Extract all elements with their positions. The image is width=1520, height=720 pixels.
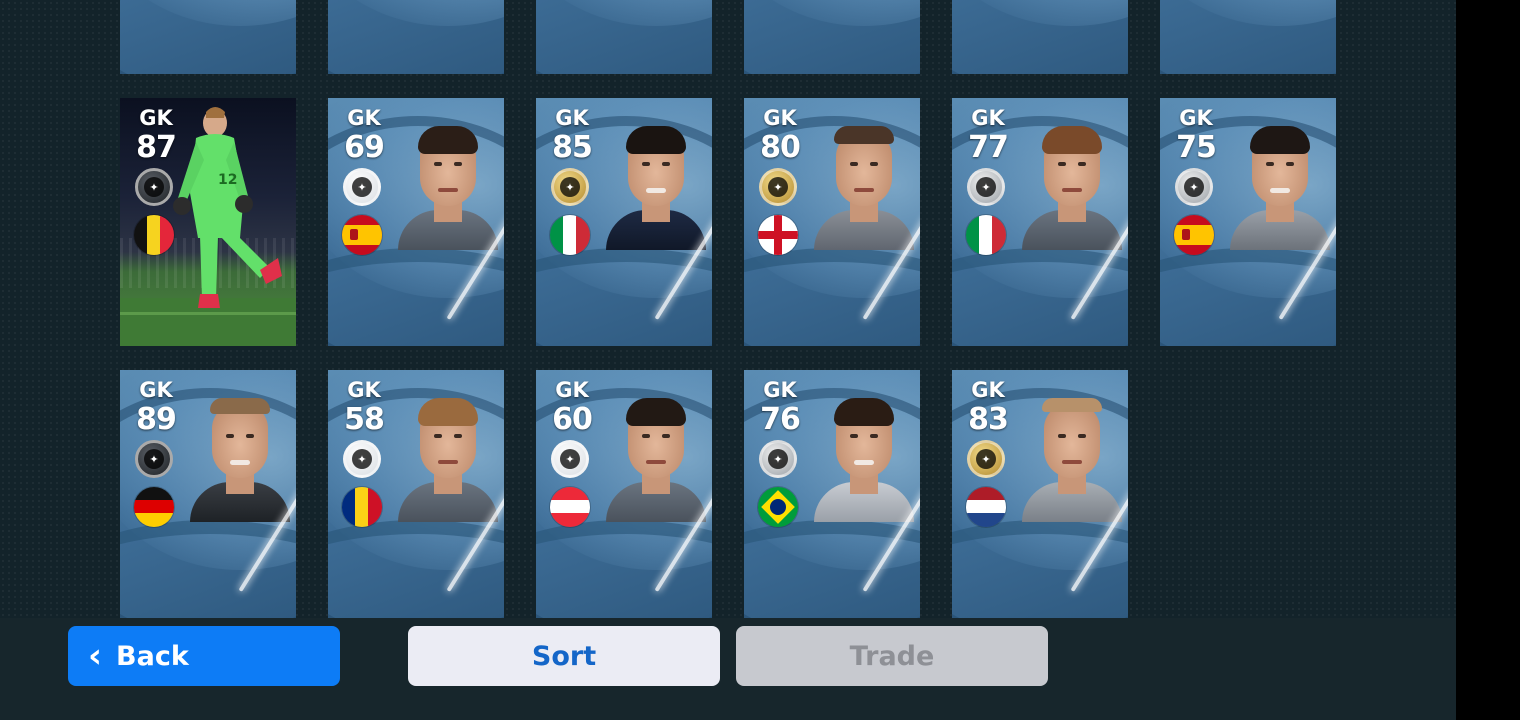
player-card[interactable]: GK 76 ✦ xyxy=(744,370,920,618)
overall-rating: 85 xyxy=(552,130,593,165)
overall-rating: 76 xyxy=(760,402,801,437)
position-label: GK xyxy=(347,106,381,130)
player-face-portrait xyxy=(1022,390,1122,522)
player-card[interactable]: 12 GK 87 ✦ xyxy=(120,98,296,346)
spain-flag-icon xyxy=(342,215,382,255)
trade-button-label: Trade xyxy=(849,640,935,672)
italy-flag-icon xyxy=(966,215,1006,255)
overall-rating: 87 xyxy=(136,130,177,165)
brazil-flag-icon xyxy=(758,487,798,527)
player-level-medal-icon: ✦ xyxy=(343,168,381,206)
back-button[interactable]: ‹ Back xyxy=(68,626,340,686)
overall-rating: 60 xyxy=(552,402,593,437)
player-level-medal-icon: ✦ xyxy=(967,168,1005,206)
trade-button[interactable]: Trade xyxy=(736,626,1048,686)
position-label: GK xyxy=(763,378,797,402)
position-label: GK xyxy=(555,106,589,130)
player-level-medal-icon: ✦ xyxy=(551,168,589,206)
player-card[interactable]: GK 58 ✦ xyxy=(328,370,504,618)
austria-flag-icon xyxy=(550,487,590,527)
screen-edge xyxy=(1456,0,1520,720)
player-level-medal-icon: ✦ xyxy=(759,168,797,206)
player-face-portrait xyxy=(1230,118,1330,250)
player-card-partial[interactable] xyxy=(328,0,504,74)
player-card[interactable]: GK 75 ✦ xyxy=(1160,98,1336,346)
player-card-partial[interactable] xyxy=(744,0,920,74)
overall-rating: 77 xyxy=(968,130,1009,165)
player-face-portrait xyxy=(398,390,498,522)
netherlands-flag-icon xyxy=(966,487,1006,527)
england-flag-icon xyxy=(758,215,798,255)
overall-rating: 83 xyxy=(968,402,1009,437)
player-level-medal-icon: ✦ xyxy=(343,440,381,478)
position-label: GK xyxy=(763,106,797,130)
player-face-portrait xyxy=(1022,118,1122,250)
overall-rating: 80 xyxy=(760,130,801,165)
player-card[interactable]: GK 85 ✦ xyxy=(536,98,712,346)
player-card[interactable]: GK 80 ✦ xyxy=(744,98,920,346)
player-face-portrait xyxy=(190,390,290,522)
player-face-portrait xyxy=(814,390,914,522)
sort-button[interactable]: Sort xyxy=(408,626,720,686)
spain-flag-icon xyxy=(1174,215,1214,255)
player-card[interactable]: GK 60 ✦ xyxy=(536,370,712,618)
position-label: GK xyxy=(1179,106,1213,130)
italy-flag-icon xyxy=(550,215,590,255)
player-level-medal-icon: ✦ xyxy=(1175,168,1213,206)
player-level-medal-icon: ✦ xyxy=(967,440,1005,478)
player-face-portrait xyxy=(606,390,706,522)
player-card-partial[interactable] xyxy=(1160,0,1336,74)
position-label: GK xyxy=(971,106,1005,130)
chevron-left-icon: ‹ xyxy=(88,636,103,676)
player-card[interactable]: GK 83 ✦ xyxy=(952,370,1128,618)
player-card-partial[interactable] xyxy=(536,0,712,74)
position-label: GK xyxy=(139,106,173,130)
player-face-portrait xyxy=(606,118,706,250)
player-card[interactable]: GK 77 ✦ xyxy=(952,98,1128,346)
overall-rating: 75 xyxy=(1176,130,1217,165)
overall-rating: 69 xyxy=(344,130,385,165)
player-level-medal-icon: ✦ xyxy=(759,440,797,478)
svg-text:12: 12 xyxy=(218,172,237,188)
player-face-portrait xyxy=(814,118,914,250)
belgium-flag-icon xyxy=(134,215,174,255)
position-label: GK xyxy=(139,378,173,402)
position-label: GK xyxy=(347,378,381,402)
overall-rating: 58 xyxy=(344,402,385,437)
player-card-partial[interactable] xyxy=(952,0,1128,74)
overall-rating: 89 xyxy=(136,402,177,437)
player-level-medal-icon: ✦ xyxy=(135,440,173,478)
position-label: GK xyxy=(555,378,589,402)
player-card-grid: 12 GK 87 ✦ GK 69 ✦ GK 85 ✦ GK 80 ✦ GK 77… xyxy=(0,0,1456,618)
player-level-medal-icon: ✦ xyxy=(135,168,173,206)
sort-button-label: Sort xyxy=(531,640,597,672)
player-face-portrait xyxy=(398,118,498,250)
player-level-medal-icon: ✦ xyxy=(551,440,589,478)
germany-flag-icon xyxy=(134,487,174,527)
player-card[interactable]: GK 69 ✦ xyxy=(328,98,504,346)
romania-flag-icon xyxy=(342,487,382,527)
back-button-label: Back xyxy=(116,640,189,672)
position-label: GK xyxy=(971,378,1005,402)
player-card-partial[interactable] xyxy=(120,0,296,74)
player-card[interactable]: GK 89 ✦ xyxy=(120,370,296,618)
